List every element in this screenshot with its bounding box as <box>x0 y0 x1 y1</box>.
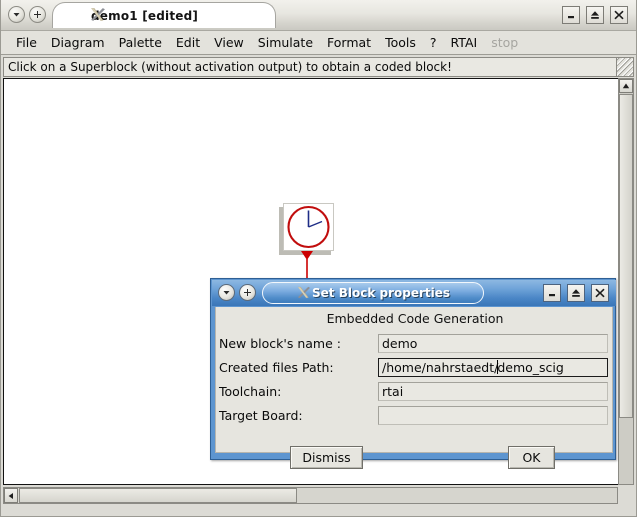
dialog-titlebar-window-buttons <box>543 284 609 302</box>
horizontal-scrollbar[interactable] <box>3 487 618 504</box>
ok-button[interactable]: OK <box>508 446 555 469</box>
vertical-scrollbar[interactable] <box>618 78 634 485</box>
main-titlebar: demo1 [edited] <box>0 0 637 31</box>
titlebar-left-buttons <box>8 6 46 23</box>
scilab-x-icon <box>91 8 105 21</box>
hint-text: Click on a Superblock (without activatio… <box>8 60 452 74</box>
maximize-icon <box>591 11 599 19</box>
resize-grip[interactable] <box>616 57 634 77</box>
close-icon <box>595 288 605 298</box>
label-block-name: New block's name : <box>219 335 341 351</box>
menubar: File Diagram Palette Edit View Simulate … <box>1 31 636 55</box>
maximize-button[interactable] <box>586 6 604 24</box>
dialog-body: Embedded Code Generation New block's nam… <box>215 307 614 469</box>
menu-item-view[interactable]: View <box>207 33 251 52</box>
hint-bar: Click on a Superblock (without activatio… <box>3 57 634 77</box>
minimize-icon <box>549 294 555 297</box>
maximize-icon <box>572 289 580 297</box>
minimize-button[interactable] <box>562 6 580 24</box>
horizontal-scroll-thumb[interactable] <box>19 488 297 503</box>
application-root: demo1 [edited] File Diagram Palette Edit… <box>0 0 637 517</box>
menu-item-stop: stop <box>491 35 519 50</box>
menu-item-rtai[interactable]: RTAI <box>444 33 485 52</box>
input-block-name-value: demo <box>382 335 418 351</box>
plus-icon <box>244 289 251 296</box>
scroll-left-button[interactable] <box>4 488 18 503</box>
input-toolchain-value: rtai <box>382 383 404 399</box>
dialog-shade-button[interactable] <box>239 284 256 301</box>
triangle-up-icon <box>622 83 630 89</box>
input-path-value-before-caret: /home/nahrstaedt/ <box>382 359 499 375</box>
menu-item-file[interactable]: File <box>9 33 44 52</box>
dialog-maximize-button[interactable] <box>567 284 585 302</box>
clock-block[interactable] <box>279 203 335 256</box>
scilab-x-icon <box>297 286 311 299</box>
input-target-board[interactable] <box>378 405 608 425</box>
properties-form: New block's name : demo Created files Pa… <box>216 332 614 428</box>
label-created-files-path: Created files Path: <box>219 359 334 375</box>
dismiss-button[interactable]: Dismiss <box>290 446 363 469</box>
scroll-up-button[interactable] <box>619 79 633 93</box>
menu-item-simulate[interactable]: Simulate <box>251 33 320 52</box>
dialog-title: Set Block properties <box>312 286 450 300</box>
close-icon <box>614 10 624 20</box>
dialog-titlebar-left-buttons <box>218 284 256 301</box>
input-toolchain[interactable]: rtai <box>378 381 608 401</box>
titlebar-window-buttons <box>562 6 628 24</box>
dialog-titlebar: Set Block properties <box>212 280 616 306</box>
menu-item-tools[interactable]: Tools <box>378 33 423 52</box>
menu-item-format[interactable]: Format <box>320 33 378 52</box>
plus-icon <box>34 11 41 18</box>
minimize-icon <box>568 16 574 19</box>
menu-item-palette[interactable]: Palette <box>112 33 169 52</box>
clock-icon <box>287 205 330 249</box>
label-toolchain: Toolchain: <box>219 383 282 399</box>
form-row-block-name: New block's name : demo <box>216 332 614 354</box>
dialog-menu-button[interactable] <box>218 284 235 301</box>
window-tab[interactable]: demo1 [edited] <box>52 2 276 28</box>
window-menu-button[interactable] <box>8 6 25 23</box>
set-block-properties-dialog: Set Block properties Embedded Code Gener… <box>210 278 616 469</box>
form-row-toolchain: Toolchain: rtai <box>216 380 614 402</box>
window-title: demo1 [edited] <box>91 8 199 23</box>
chevron-down-icon <box>223 291 230 295</box>
menu-item-edit[interactable]: Edit <box>169 33 207 52</box>
form-row-created-files-path: Created files Path: /home/nahrstaedt/dem… <box>216 356 614 378</box>
dialog-minimize-button[interactable] <box>543 284 561 302</box>
menu-item-diagram[interactable]: Diagram <box>44 33 112 52</box>
dialog-heading: Embedded Code Generation <box>326 311 504 326</box>
window-shade-button[interactable] <box>29 6 46 23</box>
form-row-target-board: Target Board: <box>216 404 614 426</box>
vertical-scroll-thumb[interactable] <box>619 94 633 418</box>
label-target-board: Target Board: <box>219 407 303 423</box>
menu-item-help[interactable]: ? <box>423 33 444 52</box>
chevron-down-icon <box>13 13 20 17</box>
triangle-left-icon <box>8 492 13 499</box>
input-block-name[interactable]: demo <box>378 333 608 353</box>
close-button[interactable] <box>610 6 628 24</box>
dialog-button-bar: Dismiss OK <box>216 446 614 472</box>
dialog-close-button[interactable] <box>591 284 609 302</box>
input-path-value-after-caret: demo_scig <box>497 359 564 375</box>
input-created-files-path[interactable]: /home/nahrstaedt/demo_scig <box>378 357 608 377</box>
